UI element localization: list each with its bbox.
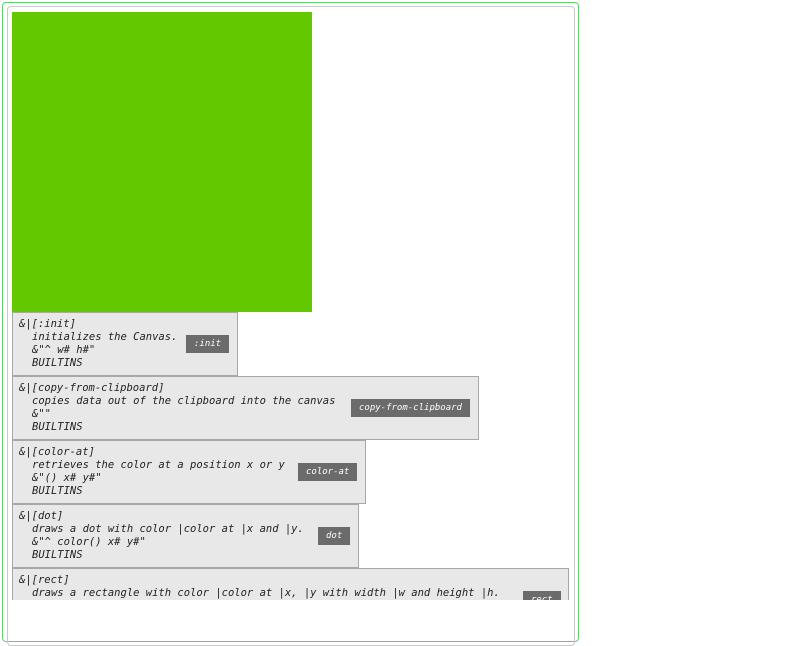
method-header: &|[:init] bbox=[19, 318, 76, 330]
copy-from-clipboard-button[interactable]: copy-from-clipboard bbox=[351, 399, 470, 417]
method-category: BUILTINS bbox=[32, 485, 83, 497]
method-category: BUILTINS bbox=[32, 421, 83, 433]
method-header: &|[color-at] bbox=[19, 446, 95, 458]
method-card-copy-from-clipboard: &|[copy-from-clipboard] copies data out … bbox=[12, 376, 479, 440]
method-category: BUILTINS bbox=[32, 549, 83, 561]
method-description: draws a rectangle with color |color at |… bbox=[32, 587, 500, 599]
method-header: &|[dot] bbox=[19, 510, 64, 522]
method-card-rect: &|[rect] draws a rectangle with color |c… bbox=[12, 568, 569, 600]
method-signature: &"^ color() x# y#" bbox=[32, 536, 146, 548]
drawing-canvas[interactable] bbox=[12, 12, 312, 312]
method-header: &|[rect] bbox=[19, 574, 70, 586]
init-button[interactable]: :init bbox=[186, 335, 230, 353]
rect-button[interactable]: rect bbox=[523, 591, 561, 600]
method-card-dot: &|[dot] draws a dot with color |color at… bbox=[12, 504, 359, 568]
color-at-button[interactable]: color-at bbox=[298, 463, 358, 481]
method-description: draws a dot with color |color at |x and … bbox=[32, 523, 304, 535]
method-header: &|[copy-from-clipboard] bbox=[19, 382, 165, 394]
method-card-init: &|[:init] initializes the Canvas. &"^ w#… bbox=[12, 312, 238, 376]
dot-button[interactable]: dot bbox=[318, 527, 351, 545]
method-category: BUILTINS bbox=[32, 357, 83, 369]
method-card-color-at: &|[color-at] retrieves the color at a po… bbox=[12, 440, 366, 504]
